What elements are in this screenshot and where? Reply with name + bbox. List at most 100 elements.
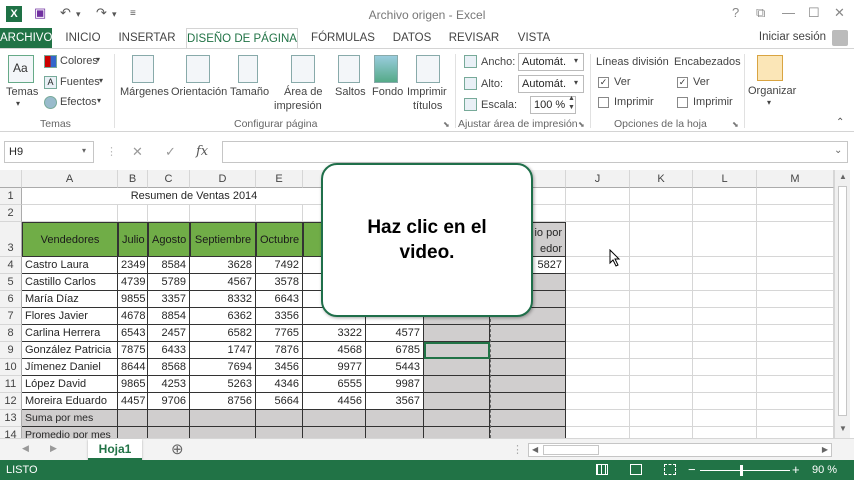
cell[interactable] — [566, 359, 630, 376]
summary-cell[interactable] — [148, 427, 190, 438]
cell[interactable] — [693, 342, 757, 359]
cell[interactable] — [693, 427, 757, 438]
tab-formulas[interactable]: FÓRMULAS — [308, 28, 378, 49]
value-cell[interactable]: 8568 — [148, 359, 190, 376]
value-cell[interactable]: 6362 — [190, 308, 256, 325]
summary-cell[interactable] — [424, 410, 490, 427]
column-header-k[interactable]: K — [630, 170, 693, 188]
cell[interactable] — [256, 205, 303, 222]
avatar[interactable] — [832, 30, 848, 46]
zoom-in-icon[interactable]: + — [792, 462, 800, 477]
expand-formula-icon[interactable]: ⌄ — [834, 145, 842, 156]
value-cell[interactable]: 6643 — [256, 291, 303, 308]
cell[interactable] — [757, 410, 834, 427]
value-cell[interactable]: 1747 — [190, 342, 256, 359]
prev-sheet-icon[interactable]: ◀ — [22, 443, 29, 454]
vendor-name-cell[interactable]: Castro Laura — [22, 257, 118, 274]
value-cell[interactable]: 6785 — [366, 342, 424, 359]
value-cell[interactable]: 3322 — [303, 325, 366, 342]
column-header-l[interactable]: L — [693, 170, 757, 188]
zoom-slider-thumb[interactable] — [740, 465, 743, 476]
summary-cell[interactable] — [190, 427, 256, 438]
value-cell[interactable]: 7876 — [256, 342, 303, 359]
summary-cell[interactable] — [118, 410, 148, 427]
cancel-icon[interactable]: ✕ — [132, 144, 143, 160]
cell[interactable] — [630, 205, 693, 222]
cell[interactable] — [757, 325, 834, 342]
value-cell[interactable]: 3356 — [256, 308, 303, 325]
gridlines-print-checkbox[interactable] — [598, 97, 609, 108]
row-header-11[interactable]: 11 — [0, 376, 22, 393]
sum-cell[interactable] — [424, 376, 490, 393]
cell[interactable] — [630, 410, 693, 427]
gridlines-view-checkbox[interactable]: ✓ — [598, 77, 609, 88]
arrange-button[interactable]: Organizar — [748, 85, 796, 97]
cell[interactable] — [630, 393, 693, 410]
value-cell[interactable]: 4456 — [303, 393, 366, 410]
vendor-name-cell[interactable]: López David — [22, 376, 118, 393]
breaks-button[interactable]: Saltos — [335, 86, 366, 98]
value-cell[interactable]: 8756 — [190, 393, 256, 410]
colors-dropdown-icon[interactable]: ▾ — [96, 55, 100, 64]
value-cell[interactable]: 4739 — [118, 274, 148, 291]
page-setup-launcher-icon[interactable]: ⬊ — [443, 120, 450, 129]
summary-cell[interactable] — [190, 410, 256, 427]
cell[interactable] — [566, 325, 630, 342]
tab-datos[interactable]: DATOS — [388, 28, 436, 49]
margins-button[interactable]: Márgenes — [120, 86, 169, 98]
cell[interactable] — [630, 291, 693, 308]
value-cell[interactable]: 3628 — [190, 257, 256, 274]
headings-view-checkbox[interactable]: ✓ — [677, 77, 688, 88]
vertical-scroll-thumb[interactable] — [838, 186, 847, 416]
average-cell[interactable] — [490, 393, 566, 410]
cell[interactable] — [630, 188, 693, 205]
scale-spin-up-icon[interactable]: ▲ — [568, 95, 575, 102]
insert-function-icon[interactable]: fx — [196, 144, 208, 159]
print-area-label-1[interactable]: Área de — [284, 86, 323, 98]
tab-vista[interactable]: VISTA — [512, 28, 556, 49]
cell[interactable] — [757, 222, 834, 257]
cell[interactable] — [566, 291, 630, 308]
vendor-name-cell[interactable]: Flores Javier — [22, 308, 118, 325]
cell[interactable] — [630, 274, 693, 291]
average-cell[interactable] — [490, 342, 566, 359]
orientation-button[interactable]: Orientación — [171, 86, 227, 98]
print-area-label-2[interactable]: impresión — [274, 100, 322, 112]
summary-cell[interactable] — [118, 427, 148, 438]
cell[interactable] — [693, 291, 757, 308]
arrange-dropdown-icon[interactable]: ▾ — [767, 98, 771, 107]
zoom-slider[interactable] — [700, 470, 790, 471]
value-cell[interactable]: 7694 — [190, 359, 256, 376]
close-icon[interactable]: ✕ — [834, 5, 845, 21]
summary-cell[interactable] — [490, 427, 566, 438]
cell[interactable] — [757, 257, 834, 274]
cell[interactable] — [566, 427, 630, 438]
size-button[interactable]: Tamaño — [230, 86, 269, 98]
value-cell[interactable]: 8644 — [118, 359, 148, 376]
effects-dropdown-icon[interactable]: ▾ — [97, 96, 101, 105]
cell[interactable] — [566, 342, 630, 359]
page-break-view-icon[interactable] — [664, 464, 676, 475]
tab-archivo[interactable]: ARCHIVO — [0, 28, 52, 49]
cell[interactable] — [757, 308, 834, 325]
page-layout-view-icon[interactable] — [630, 464, 642, 475]
print-titles-label-2[interactable]: títulos — [413, 100, 442, 112]
row-header-3[interactable]: 3 — [0, 222, 22, 257]
scale-launcher-icon[interactable]: ⬊ — [578, 120, 585, 129]
value-cell[interactable]: 4678 — [118, 308, 148, 325]
average-cell[interactable] — [490, 325, 566, 342]
value-cell[interactable]: 4567 — [190, 274, 256, 291]
cell[interactable] — [693, 257, 757, 274]
formula-input[interactable] — [222, 141, 848, 163]
tab-diseno-de-pagina[interactable]: DISEÑO DE PÁGINA — [186, 28, 298, 50]
cell[interactable] — [22, 205, 118, 222]
cell[interactable] — [630, 308, 693, 325]
value-cell[interactable]: 6582 — [190, 325, 256, 342]
cell[interactable] — [693, 274, 757, 291]
video-callout[interactable]: Haz clic en el video. — [321, 163, 533, 317]
cell[interactable] — [118, 205, 148, 222]
value-cell[interactable]: 4253 — [148, 376, 190, 393]
cell[interactable] — [757, 342, 834, 359]
row-header-13[interactable]: 13 — [0, 410, 22, 427]
vendor-name-cell[interactable]: Carlina Herrera — [22, 325, 118, 342]
